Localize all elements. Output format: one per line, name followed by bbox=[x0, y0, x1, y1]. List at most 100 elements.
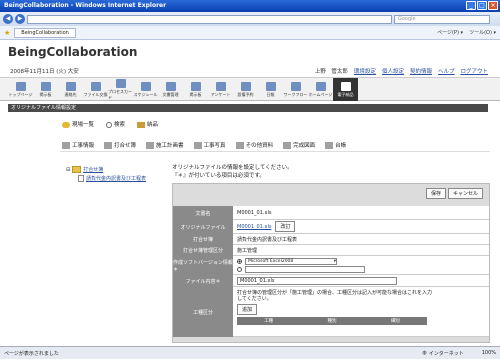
minimize-button[interactable]: _ bbox=[466, 1, 476, 10]
drawing-icon bbox=[283, 142, 292, 149]
link-help[interactable]: ヘルプ bbox=[438, 67, 455, 75]
link-personal-settings[interactable]: 個人設定 bbox=[382, 67, 404, 75]
original-file-link[interactable]: M0001_01.xls bbox=[237, 224, 271, 230]
tab-ledger[interactable]: 台帳 bbox=[325, 141, 346, 149]
category-tabs: 工事情報 打合せ簿 施工計画書 工事写真 その他資料 完成図面 台帳 bbox=[62, 141, 346, 149]
toolbar-item-daily-report[interactable]: 日報 bbox=[258, 78, 283, 101]
favorites-star-icon[interactable]: ★ bbox=[4, 29, 10, 37]
tools-menu[interactable]: ツール(O) ▾ bbox=[469, 29, 496, 36]
zoom-level[interactable]: 100% bbox=[482, 350, 496, 356]
filename-input[interactable]: M0001_01.xls bbox=[237, 276, 397, 285]
software-custom-input[interactable] bbox=[245, 265, 365, 273]
software-radio-custom[interactable] bbox=[237, 266, 242, 272]
maximize-button[interactable]: □ bbox=[477, 1, 487, 10]
label-category: 打合せ簿管理区分 bbox=[173, 245, 233, 256]
label-doc-name: 文書名 bbox=[173, 206, 233, 220]
tree-folder[interactable]: ⊟ 打合せ簿 bbox=[66, 166, 146, 173]
tree-file-label[interactable]: 請負代金内訳書及び工程表 bbox=[86, 175, 146, 182]
link-delivery[interactable]: 納品 bbox=[137, 120, 158, 128]
toolbar-item-file-exchange[interactable]: ファイル交換 bbox=[83, 78, 108, 101]
toolbar-item-board[interactable]: 掲示板 bbox=[33, 78, 58, 101]
module-toolbar: トップページ 掲示板 連絡先 ファイル交換 プロセスカード スケジュール 文書管… bbox=[0, 77, 500, 101]
tab-construction-photos[interactable]: 工事写真 bbox=[193, 141, 226, 149]
link-contract[interactable]: 契約情報 bbox=[410, 67, 432, 75]
user-name: 上野 管太郎 bbox=[314, 69, 348, 75]
construction-info-icon bbox=[62, 142, 70, 149]
user-links: 上野 管太郎 環境設定 個人設定 契約情報 ヘルプ ログアウト bbox=[315, 67, 488, 75]
page-menu[interactable]: ページ(P) ▾ bbox=[437, 29, 463, 36]
report-icon bbox=[265, 81, 276, 91]
equipment-icon bbox=[240, 81, 251, 91]
toolbar-item-homepage[interactable]: ホームページ bbox=[308, 78, 333, 101]
brand-logo: BeingCollaboration bbox=[8, 45, 138, 59]
security-zone: インターネット bbox=[428, 350, 464, 357]
link-env-settings[interactable]: 環境設定 bbox=[354, 67, 376, 75]
other-docs-icon bbox=[235, 142, 244, 149]
board-icon bbox=[40, 81, 51, 91]
value-meeting: 請負代金内訳書及び工程表 bbox=[233, 234, 489, 245]
documents-icon bbox=[165, 81, 176, 91]
cancel-button[interactable]: キャンセル bbox=[447, 188, 483, 199]
toolbar-item-documents[interactable]: 文書管理 bbox=[158, 78, 183, 101]
window-titlebar: BeingCollaboration - Windows Internet Ex… bbox=[0, 0, 500, 12]
home-icon bbox=[15, 81, 26, 91]
divider bbox=[60, 151, 490, 152]
address-bar: ◀ ▶ Google bbox=[0, 12, 500, 26]
close-button[interactable]: × bbox=[488, 1, 498, 10]
column-header-detail: 細別 bbox=[390, 319, 400, 324]
tree-folder-label[interactable]: 打合せ簿 bbox=[83, 166, 103, 173]
cloud-icon bbox=[62, 121, 70, 128]
toolbar-item-process[interactable]: プロセスカード bbox=[108, 78, 133, 101]
value-section: 打合せ簿の管理区分が「施工管理」の場合、工種区分は記入が可能な場合はこれを入力し… bbox=[233, 287, 489, 337]
form-buttons: 保存 キャンセル bbox=[425, 188, 483, 199]
row-filename: ファイル内容＊ M0001_01.xls bbox=[173, 275, 489, 287]
tab-other-docs[interactable]: その他資料 bbox=[235, 141, 273, 149]
toolbar-item-survey[interactable]: アンケート bbox=[208, 78, 233, 101]
forward-button[interactable]: ▶ bbox=[15, 14, 25, 24]
row-doc-name: 文書名 M0001_01.xls bbox=[173, 206, 489, 220]
label-original-file: オリジナルファイル bbox=[173, 220, 233, 234]
window-title: BeingCollaboration - Windows Internet Ex… bbox=[4, 2, 167, 9]
tab-construction-plan[interactable]: 施工計画書 bbox=[146, 141, 184, 149]
toolbar-item-board-2[interactable]: 掲示板 bbox=[183, 78, 208, 101]
toolbar-item-schedule[interactable]: スケジュール bbox=[133, 78, 158, 101]
url-input[interactable] bbox=[27, 14, 392, 24]
software-radio-preset[interactable] bbox=[237, 258, 242, 264]
back-button[interactable]: ◀ bbox=[3, 14, 13, 24]
label-meeting: 打合せ簿 bbox=[173, 234, 233, 245]
toolbar-item-contacts[interactable]: 連絡先 bbox=[58, 78, 83, 101]
toolbar-item-equipment[interactable]: 設備予約 bbox=[233, 78, 258, 101]
current-date: 2008年11月11日 (火) 大安 bbox=[10, 69, 79, 75]
chevron-down-icon: ▾ bbox=[333, 258, 336, 264]
search-input[interactable]: Google bbox=[394, 14, 490, 24]
section-table-header: 工種 種別 細別 bbox=[237, 317, 427, 325]
software-select[interactable]: Microsoft Excel2008 ▾ bbox=[245, 257, 337, 265]
label-software: 作成ソフトバージョン情報＊ bbox=[173, 256, 233, 275]
browser-tab[interactable]: BeingCollaboration bbox=[14, 27, 76, 38]
tab-meeting-records[interactable]: 打合せ簿 bbox=[104, 141, 136, 149]
value-original-file: M0001_01.xls 改訂 bbox=[233, 220, 489, 234]
collapse-icon[interactable]: ⊟ bbox=[66, 167, 70, 173]
instruction-line-2: 『＊』が付いている項目は必須です。 bbox=[172, 172, 265, 179]
page-content: BeingCollaboration 2008年11月11日 (火) 大安 上野… bbox=[0, 40, 500, 346]
revise-button[interactable]: 改訂 bbox=[275, 221, 296, 232]
link-site-list[interactable]: 現場一覧 bbox=[62, 120, 94, 128]
tree-file[interactable]: 請負代金内訳書及び工程表 bbox=[78, 175, 146, 182]
software-option-row: Microsoft Excel2008 ▾ bbox=[237, 257, 337, 265]
link-search[interactable]: 検索 bbox=[106, 120, 125, 128]
toolbar-item-e-delivery[interactable]: 電子納品 bbox=[333, 78, 358, 101]
link-logout[interactable]: ログアウト bbox=[460, 67, 488, 75]
add-button[interactable]: 追加 bbox=[237, 304, 258, 315]
tab-completion-drawings[interactable]: 完成図面 bbox=[283, 141, 315, 149]
value-filename: M0001_01.xls bbox=[233, 275, 489, 287]
row-software: 作成ソフトバージョン情報＊ Microsoft Excel2008 ▾ bbox=[173, 256, 489, 275]
browser-tools: ページ(P) ▾ ツール(O) ▾ bbox=[437, 29, 496, 36]
instruction-line-1: オリジナルファイルの情報を設定してください。 bbox=[172, 165, 293, 171]
section-title: オリジナルファイル情報設定 bbox=[8, 104, 488, 112]
software-custom-row bbox=[237, 265, 365, 273]
file-icon bbox=[78, 175, 84, 182]
tab-construction-info[interactable]: 工事情報 bbox=[62, 141, 94, 149]
save-button[interactable]: 保存 bbox=[425, 188, 446, 199]
toolbar-item-workflow[interactable]: ワークフロー bbox=[283, 78, 308, 101]
toolbar-item-top[interactable]: トップページ bbox=[8, 78, 33, 101]
